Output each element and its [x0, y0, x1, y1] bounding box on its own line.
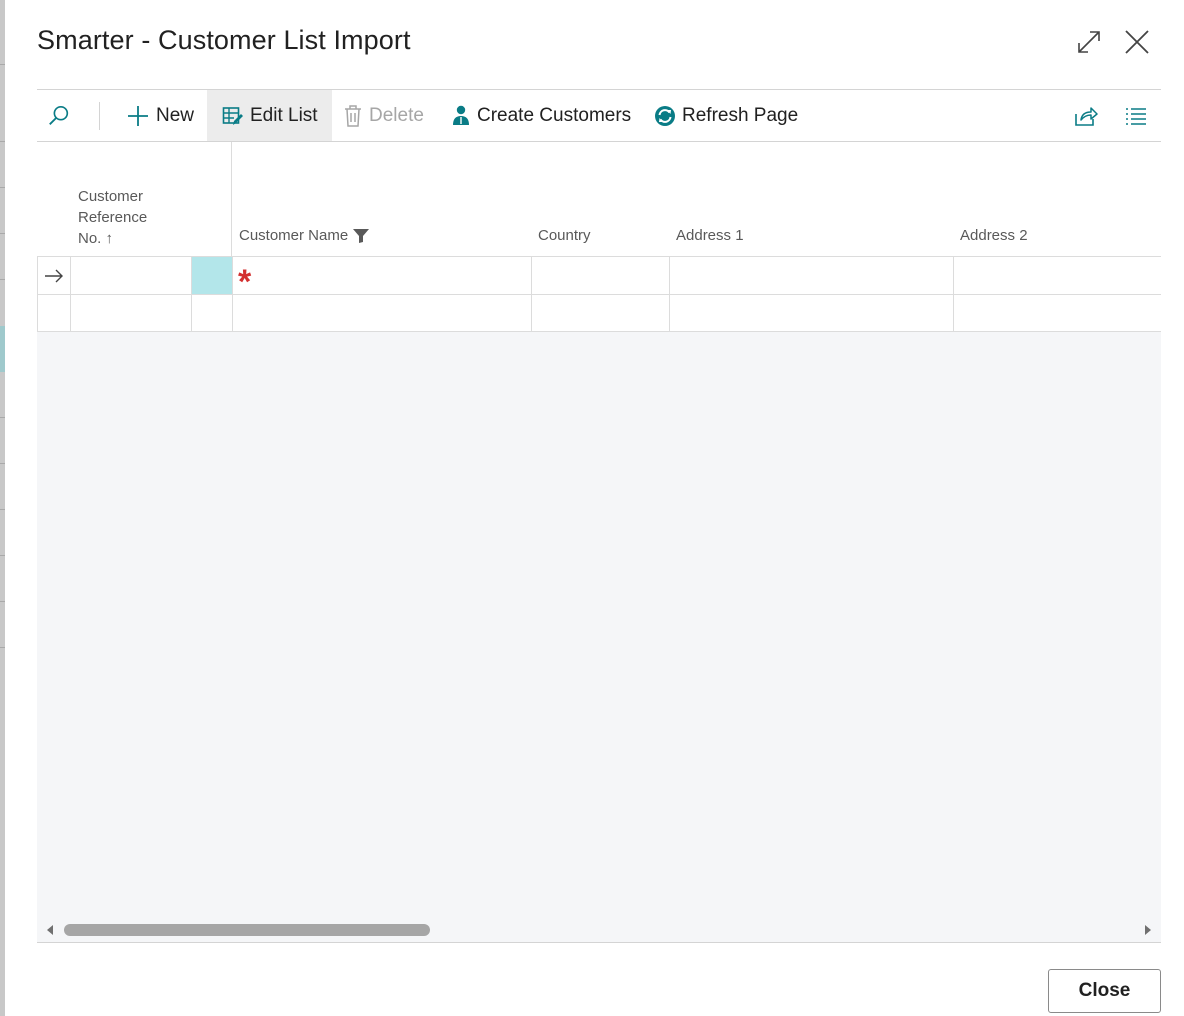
customer-name-cell[interactable]: *	[232, 257, 532, 299]
column-header-address-2[interactable]: Address 2	[960, 225, 1028, 246]
required-marker: *	[238, 262, 252, 301]
funnel-icon	[353, 228, 370, 243]
country-cell[interactable]	[532, 257, 670, 294]
scroll-right-icon[interactable]	[1143, 924, 1153, 936]
address-2-cell[interactable]	[954, 295, 1161, 331]
action-toolbar: New Edit List Delete Create Customers Re…	[37, 89, 1161, 142]
delete-label: Delete	[369, 104, 424, 126]
close-button[interactable]: Close	[1048, 969, 1161, 1013]
refresh-icon	[655, 105, 675, 126]
dialog-title: Smarter - Customer List Import	[37, 25, 411, 55]
list-view-icon	[1126, 107, 1146, 125]
column-header-address-1[interactable]: Address 1	[676, 225, 744, 246]
background-page-edge	[0, 0, 5, 1016]
customer-reference-no-cell[interactable]	[71, 257, 192, 294]
address-2-cell[interactable]	[954, 257, 1161, 294]
scroll-left-icon[interactable]	[45, 924, 55, 936]
column-header-customer-reference-no[interactable]: Customer Reference No. ↑	[78, 186, 147, 249]
sort-ascending-label: No. ↑	[78, 230, 114, 247]
search-icon	[49, 105, 69, 125]
edit-list-icon	[222, 106, 243, 125]
create-customers-label: Create Customers	[477, 104, 632, 126]
close-icon	[1125, 30, 1149, 54]
row-indicator	[37, 257, 71, 294]
share-icon	[1075, 106, 1098, 126]
customer-reference-no-cell[interactable]	[71, 295, 192, 331]
trash-icon	[345, 104, 361, 127]
toolbar-divider	[99, 102, 100, 130]
customer-name-cell[interactable]	[232, 295, 532, 331]
share-button[interactable]	[1074, 90, 1104, 141]
scrollbar-thumb[interactable]	[64, 924, 430, 936]
arrow-right-icon	[45, 269, 63, 282]
expand-button[interactable]	[1073, 26, 1105, 58]
new-button[interactable]: New	[126, 90, 194, 141]
country-cell[interactable]	[532, 295, 670, 331]
plus-icon	[128, 105, 148, 126]
search-button[interactable]	[47, 90, 77, 141]
background-selected-row	[0, 326, 5, 372]
table-row[interactable]: *	[37, 257, 1161, 299]
list-view-button[interactable]	[1125, 90, 1153, 141]
refresh-page-label: Refresh Page	[682, 104, 799, 126]
address-1-cell[interactable]	[670, 295, 954, 331]
table-row[interactable]	[37, 295, 1161, 331]
create-customers-button[interactable]: Create Customers	[451, 90, 631, 141]
horizontal-scrollbar[interactable]	[37, 916, 1161, 943]
address-1-cell[interactable]	[670, 257, 954, 294]
refresh-page-button[interactable]: Refresh Page	[654, 90, 798, 141]
cell[interactable]	[192, 295, 232, 331]
delete-button[interactable]: Delete	[343, 90, 424, 141]
grid-empty-area	[37, 332, 1161, 916]
selected-cell[interactable]	[192, 257, 232, 294]
column-header-country[interactable]: Country	[538, 225, 591, 246]
new-label: New	[156, 104, 195, 126]
customer-icon	[453, 105, 469, 125]
edit-list-button[interactable]: Edit List	[207, 90, 332, 141]
grid-header: Customer Reference No. ↑ Customer Name C…	[37, 142, 1161, 256]
column-header-customer-name[interactable]: Customer Name	[239, 225, 370, 246]
close-dialog-button[interactable]	[1121, 26, 1153, 58]
edit-list-label: Edit List	[250, 104, 318, 126]
expand-icon	[1078, 31, 1100, 53]
